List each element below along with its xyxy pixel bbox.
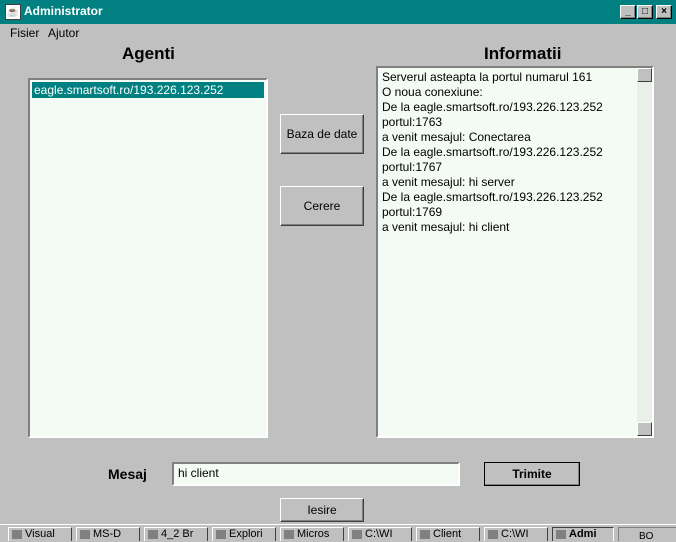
- list-item-agent[interactable]: eagle.smartsoft.ro/193.226.123.252: [32, 82, 264, 98]
- taskbar-item-cmd-1[interactable]: C:\WI: [348, 527, 412, 541]
- msdos-icon: [488, 529, 498, 539]
- java-cup-icon: [420, 529, 430, 539]
- info-log-text: Serverul asteapta la portul numarul 161 …: [382, 70, 603, 234]
- explorer-icon: [216, 529, 226, 539]
- agents-list[interactable]: eagle.smartsoft.ro/193.226.123.252: [28, 78, 268, 438]
- taskbar-item-msdos[interactable]: MS-D: [76, 527, 140, 541]
- system-tray[interactable]: BO: [618, 527, 676, 542]
- taskbar-item-client[interactable]: Client: [416, 527, 480, 541]
- java-cup-icon[interactable]: ☕: [5, 4, 21, 20]
- title-bar[interactable]: ☕ Administrator _ □ ×: [0, 0, 676, 24]
- word-icon: [284, 529, 294, 539]
- visual-icon: [12, 529, 22, 539]
- msdos-icon: [80, 529, 90, 539]
- folder-icon: [148, 529, 158, 539]
- trimite-button[interactable]: Trimite: [484, 462, 580, 486]
- info-heading: Informatii: [484, 44, 562, 63]
- baza-de-date-button[interactable]: Baza de date: [280, 114, 364, 154]
- message-input[interactable]: hi client: [172, 462, 460, 486]
- cerere-button[interactable]: Cerere: [280, 186, 364, 226]
- scroll-down-button[interactable]: [637, 422, 652, 436]
- msdos-icon: [352, 529, 362, 539]
- taskbar-item-cmd-2[interactable]: C:\WI: [484, 527, 548, 541]
- java-cup-icon: [556, 529, 566, 539]
- taskbar-item-admin[interactable]: Admi: [552, 527, 614, 541]
- minimize-button[interactable]: _: [620, 5, 636, 19]
- taskbar-item-word[interactable]: Micros: [280, 527, 344, 541]
- info-text-area[interactable]: Serverul asteapta la portul numarul 161 …: [376, 66, 654, 438]
- scroll-up-button[interactable]: [637, 68, 652, 82]
- close-button[interactable]: ×: [656, 5, 672, 19]
- menu-bar: Fisier Ajutor: [0, 24, 676, 42]
- info-scrollbar[interactable]: [637, 68, 652, 436]
- iesire-button[interactable]: Iesire: [280, 498, 364, 522]
- menu-ajutor[interactable]: Ajutor: [48, 26, 79, 40]
- taskbar-item-browser[interactable]: 4_2 Br: [144, 527, 208, 541]
- taskbar: Visual MS-D 4_2 Br Explori Micros C:\WI …: [0, 524, 676, 542]
- taskbar-item-visual[interactable]: Visual: [8, 527, 72, 541]
- message-label: Mesaj: [108, 466, 147, 482]
- taskbar-item-explorer[interactable]: Explori: [212, 527, 276, 541]
- agents-heading: Agenti: [122, 44, 175, 63]
- menu-fisier[interactable]: Fisier: [10, 26, 39, 40]
- maximize-button[interactable]: □: [637, 5, 653, 19]
- window-title: Administrator: [24, 4, 103, 18]
